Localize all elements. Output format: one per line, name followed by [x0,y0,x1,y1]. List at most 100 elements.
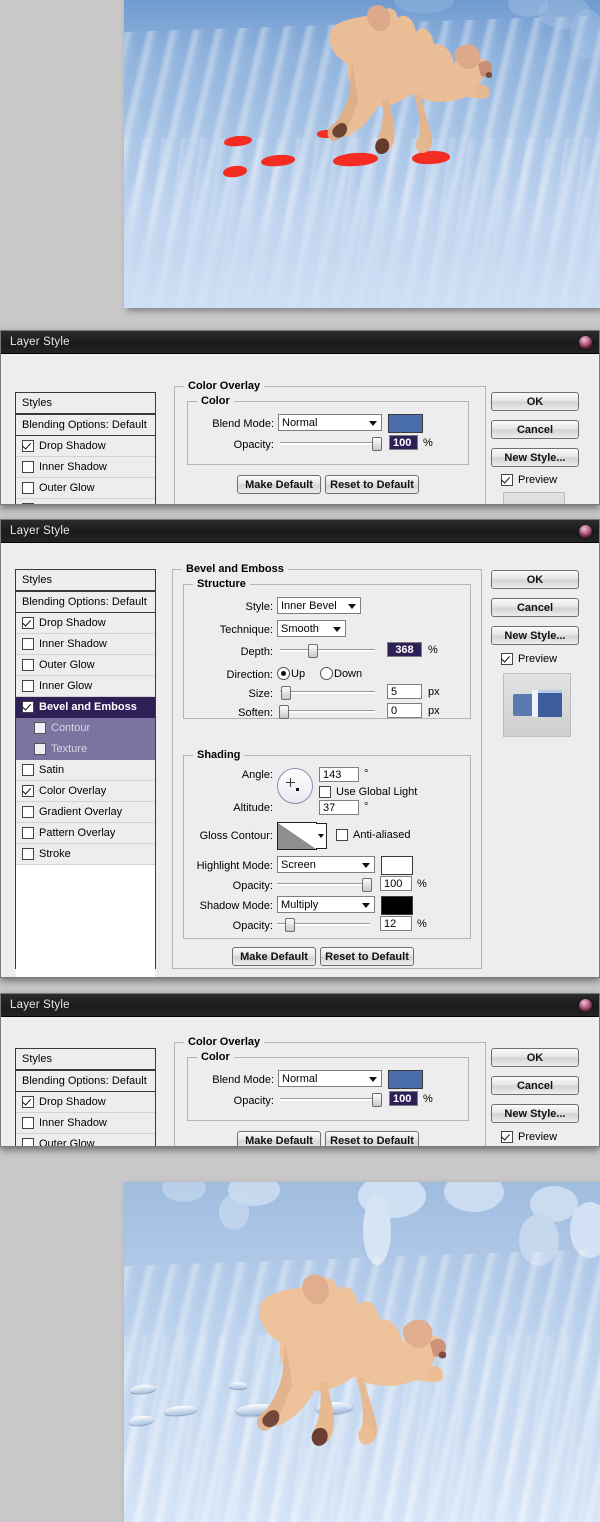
preview-checkbox[interactable]: Preview [501,653,557,665]
cancel-button[interactable]: Cancel [491,1076,579,1095]
styles-list[interactable]: Styles Blending Options: Default Drop Sh… [15,569,156,977]
new-style-button[interactable]: New Style... [491,448,579,467]
checkbox-icon[interactable] [22,638,34,650]
close-orb-icon[interactable] [579,335,592,349]
soften-input[interactable]: 0 [387,703,422,718]
slider-thumb[interactable] [362,878,372,892]
sidebar-item-drop-shadow[interactable]: Drop Shadow [16,613,155,634]
ok-button[interactable]: OK [491,392,579,411]
make-default-button[interactable]: Make Default [237,475,321,494]
reset-to-default-button[interactable]: Reset to Default [320,947,414,966]
sidebar-item-inner-glow[interactable]: Inner Glow [16,676,155,697]
layer-style-dialog-2[interactable]: Layer Style Styles Blending Options: Def… [0,519,600,978]
sidebar-item-inner-shadow[interactable]: Inner Shadow [16,457,155,478]
checkbox-icon[interactable] [336,829,348,841]
depth-input[interactable]: 368 [387,642,422,657]
sidebar-item-outer-glow[interactable]: Outer Glow [16,1134,155,1146]
checkbox-icon[interactable] [501,653,513,665]
sidebar-item-outer-glow[interactable]: Outer Glow [16,655,155,676]
slider-thumb[interactable] [372,437,382,451]
styles-blending-options[interactable]: Blending Options: Default [16,1071,155,1092]
bevel-technique-select[interactable]: Smooth [277,620,346,637]
depth-slider[interactable] [280,644,375,658]
checkbox-icon[interactable] [22,461,34,473]
sidebar-item-satin[interactable]: Satin [16,760,155,781]
angle-dial[interactable] [277,768,313,804]
opacity-slider[interactable] [280,437,382,451]
styles-list-header[interactable]: Styles [16,1049,155,1071]
highlight-color-swatch[interactable] [381,856,413,875]
close-orb-icon[interactable] [579,524,592,538]
checkbox-icon[interactable] [22,482,34,494]
reset-to-default-button[interactable]: Reset to Default [325,1131,419,1146]
styles-list[interactable]: Styles Blending Options: Default Drop Sh… [15,392,156,504]
reset-to-default-button[interactable]: Reset to Default [325,475,419,494]
angle-input[interactable]: 143 [319,767,359,782]
use-global-light-checkbox[interactable]: Use Global Light [319,786,417,798]
highlight-mode-select[interactable]: Screen [277,856,375,873]
opacity-input[interactable]: 100 [389,1091,418,1106]
blend-mode-select[interactable]: Normal [278,1070,382,1087]
opacity-input[interactable]: 100 [389,435,418,450]
overlay-color-swatch[interactable] [388,414,423,433]
sidebar-item-drop-shadow[interactable]: Drop Shadow [16,436,155,457]
chevron-down-icon[interactable] [316,823,327,849]
direction-down-radio[interactable] [320,667,333,680]
sidebar-item-inner-glow[interactable]: Inner Glow [16,499,155,504]
slider-thumb[interactable] [308,644,318,658]
sidebar-item-inner-shadow[interactable]: Inner Shadow [16,1113,155,1134]
checkbox-icon[interactable] [22,659,34,671]
checkbox-icon[interactable] [22,785,34,797]
highlight-opacity-input[interactable]: 100 [380,876,412,891]
cancel-button[interactable]: Cancel [491,598,579,617]
checkbox-icon[interactable] [22,1096,34,1108]
sidebar-item-texture[interactable]: Texture [16,739,155,760]
sidebar-item-bevel-and-emboss[interactable]: Bevel and Emboss [16,697,155,718]
styles-list-header[interactable]: Styles [16,393,155,415]
styles-list[interactable]: Styles Blending Options: Default Drop Sh… [15,1048,156,1146]
checkbox-icon[interactable] [34,743,46,755]
checkbox-icon[interactable] [22,764,34,776]
size-input[interactable]: 5 [387,684,422,699]
shadow-color-swatch[interactable] [381,896,413,915]
ok-button[interactable]: OK [491,570,579,589]
bevel-style-select[interactable]: Inner Bevel [277,597,361,614]
checkbox-icon[interactable] [501,1131,513,1143]
shadow-mode-select[interactable]: Multiply [277,896,375,913]
opacity-slider[interactable] [280,1093,382,1107]
make-default-button[interactable]: Make Default [232,947,316,966]
checkbox-icon[interactable] [22,680,34,692]
sidebar-item-contour[interactable]: Contour [16,718,155,739]
sidebar-item-stroke[interactable]: Stroke [16,844,155,865]
layer-style-dialog-3[interactable]: Layer Style Styles Blending Options: Def… [0,993,600,1147]
make-default-button[interactable]: Make Default [237,1131,321,1146]
new-style-button[interactable]: New Style... [491,1104,579,1123]
checkbox-icon[interactable] [319,786,331,798]
checkbox-icon[interactable] [22,701,34,713]
sidebar-item-outer-glow[interactable]: Outer Glow [16,478,155,499]
sidebar-item-pattern-overlay[interactable]: Pattern Overlay [16,823,155,844]
preview-checkbox[interactable]: Preview [501,474,557,486]
sidebar-item-gradient-overlay[interactable]: Gradient Overlay [16,802,155,823]
overlay-color-swatch[interactable] [388,1070,423,1089]
gloss-contour-picker[interactable] [277,822,327,850]
styles-blending-options[interactable]: Blending Options: Default [16,592,155,613]
checkbox-icon[interactable] [22,503,34,504]
slider-thumb[interactable] [372,1093,382,1107]
checkbox-icon[interactable] [22,806,34,818]
shadow-opacity-input[interactable]: 12 [380,916,412,931]
checkbox-icon[interactable] [22,827,34,839]
preview-checkbox[interactable]: Preview [501,1131,557,1143]
checkbox-icon[interactable] [501,474,513,486]
layer-style-dialog-1[interactable]: Layer Style Styles Blending Options: Def… [0,330,600,505]
size-slider[interactable] [280,686,375,700]
soften-slider[interactable] [279,705,375,719]
sidebar-item-inner-shadow[interactable]: Inner Shadow [16,634,155,655]
new-style-button[interactable]: New Style... [491,626,579,645]
highlight-opacity-slider[interactable] [277,878,372,892]
angle-dial-handle[interactable] [296,788,299,791]
slider-thumb[interactable] [285,918,295,932]
checkbox-icon[interactable] [22,440,34,452]
sidebar-item-color-overlay[interactable]: Color Overlay [16,781,155,802]
checkbox-icon[interactable] [22,1117,34,1129]
